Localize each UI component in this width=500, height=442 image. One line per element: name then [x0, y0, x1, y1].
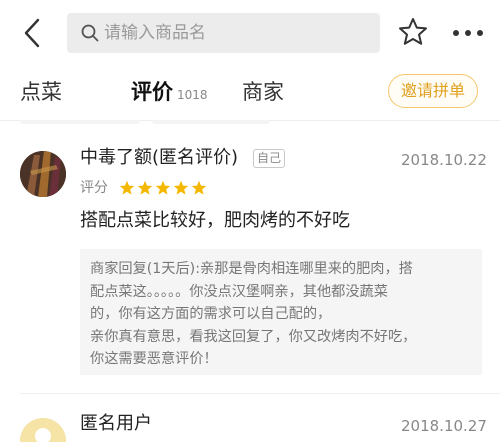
more-dots-icon — [453, 30, 483, 36]
default-user-icon — [20, 418, 66, 442]
top-bar: 请输入商品名 — [0, 0, 500, 66]
star-outline-icon — [399, 18, 427, 45]
star-filled-icon — [119, 180, 135, 195]
tab-bar: 点菜 评价 1018 商家 邀请拼单 — [0, 66, 500, 121]
more-button[interactable] — [451, 25, 485, 39]
tab-reviews[interactable]: 评价 1018 — [131, 78, 208, 109]
search-icon — [81, 24, 99, 42]
invite-group-order-button[interactable]: 邀请拼单 — [388, 74, 478, 108]
reply-line: 配点菜这。。。。。你没点汉堡啊亲，其他都没蔬菜 — [90, 283, 388, 300]
star-filled-icon — [191, 180, 207, 195]
reviewer-name: 中毒了额(匿名评价) — [80, 147, 239, 168]
review-date: 2018.10.27 — [401, 417, 487, 435]
divider — [20, 393, 500, 394]
reply-line: 你这需要恶意评价！ — [90, 351, 218, 367]
star-rating — [119, 180, 209, 196]
reply-line: 的，你有这方面的需求可以自己配的， — [90, 306, 332, 322]
tab-reviews-count: 1018 — [177, 88, 208, 102]
back-button[interactable] — [18, 14, 48, 52]
tab-reviews-label: 评价 — [131, 80, 173, 104]
avatar-image — [20, 151, 66, 197]
reviewer-name: 匿名用户 — [80, 413, 152, 434]
review-text: 搭配点菜比较好，肥肉烤的不好吃 — [80, 210, 350, 231]
star-filled-icon — [137, 180, 153, 195]
search-placeholder: 请输入商品名 — [104, 23, 206, 43]
star-filled-icon — [155, 180, 171, 195]
merchant-reply: 商家回复(1天后):亲那是骨肉相连哪里来的肥肉，搭 配点菜这。。。。。你没点汉堡… — [80, 249, 482, 375]
avatar[interactable] — [20, 151, 66, 197]
previous-card-edge — [20, 120, 480, 124]
reply-line: 商家回复(1天后):亲那是骨肉相连哪里来的肥肉，搭 — [90, 261, 413, 277]
avatar[interactable] — [20, 418, 66, 442]
tab-merchant[interactable]: 商家 — [242, 78, 284, 106]
review-page: 请输入商品名 点菜 评价 1018 商家 邀请拼单 中毒了额(匿名评价) 自己 … — [0, 0, 500, 442]
star-filled-icon — [173, 180, 189, 195]
favorite-button[interactable] — [397, 16, 429, 48]
review-date: 2018.10.22 — [401, 151, 487, 169]
search-input[interactable]: 请输入商品名 — [67, 13, 380, 53]
tab-menu-label: 点菜 — [20, 80, 62, 104]
reply-line: 亲你真有意思，看我这回复了，你又改烤肉不好吃， — [90, 328, 417, 345]
tab-menu[interactable]: 点菜 — [20, 78, 62, 106]
score-label: 评分 — [80, 180, 108, 196]
back-arrow-icon — [24, 18, 40, 48]
tab-merchant-label: 商家 — [242, 80, 284, 104]
self-badge: 自己 — [253, 149, 286, 168]
